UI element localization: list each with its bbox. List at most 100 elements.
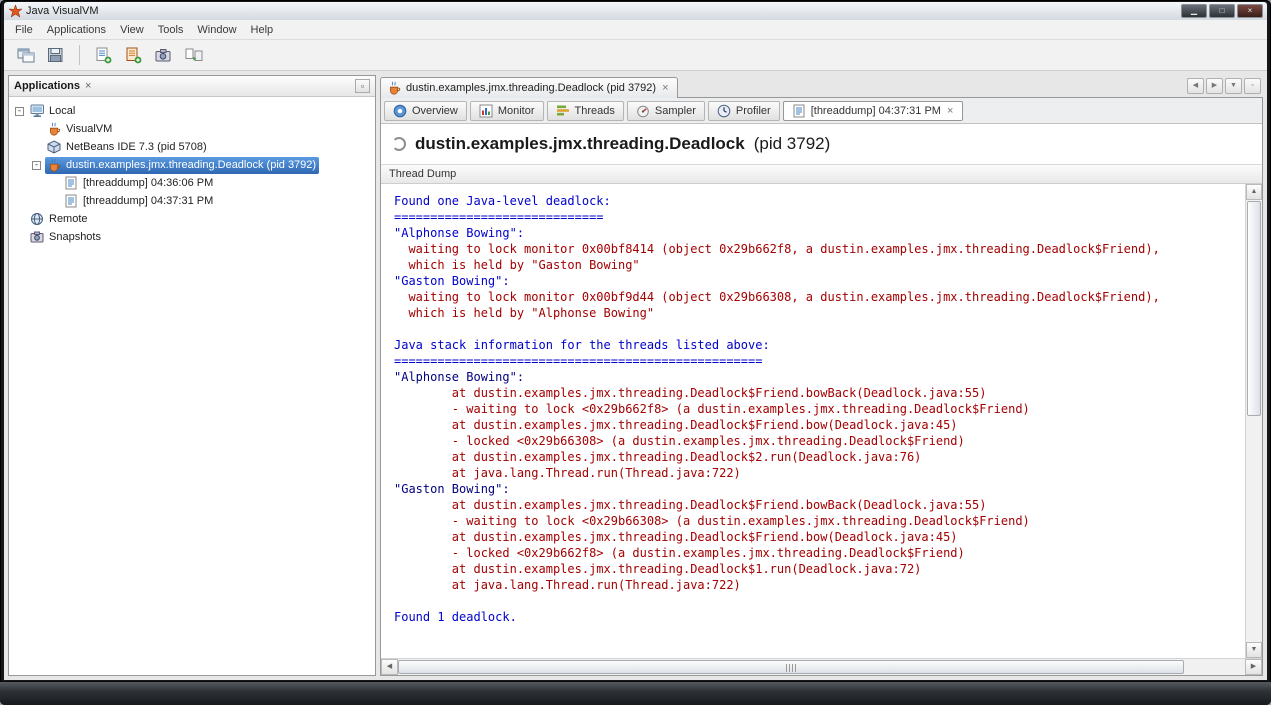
scroll-right-button[interactable]: ▶ — [1245, 659, 1262, 675]
subtab-monitor[interactable]: Monitor — [469, 100, 544, 121]
thread-dump-viewport: Found one Java-level deadlock: ==========… — [381, 184, 1262, 658]
tab-list-button[interactable]: ▼ — [1225, 78, 1242, 94]
subtab-sampler[interactable]: Sampler — [626, 100, 705, 121]
tree-item-label: [threaddump] 04:36:06 PM — [83, 177, 214, 189]
subtab-overview[interactable]: Overview — [384, 100, 467, 121]
document-tab-deadlock[interactable]: dustin.examples.jmx.threading.Deadlock (… — [380, 77, 678, 98]
threads-icon — [556, 104, 570, 118]
subtab-bar: Overview Monitor Threads Sampler Profiler [th… — [381, 98, 1262, 124]
add-thread-dump-icon — [95, 47, 112, 64]
menu-applications[interactable]: Applications — [40, 21, 113, 39]
thread-dump-line: which is held by "Gaston Bowing" — [394, 258, 640, 272]
menu-tools[interactable]: Tools — [151, 21, 191, 39]
tree-item[interactable]: . [threaddump] 04:36:06 PM — [9, 174, 375, 192]
thread-dump-line — [394, 593, 1245, 609]
take-snapshot-button[interactable] — [150, 43, 177, 68]
add-thread-dump-button[interactable] — [90, 43, 117, 68]
tree-item[interactable]: . [threaddump] 04:37:31 PM — [9, 192, 375, 210]
subtab-threaddump-04-37-31-pm[interactable]: [threaddump] 04:37:31 PM × — [782, 100, 964, 121]
subtab-close-icon[interactable]: × — [946, 105, 954, 116]
tree-node-body[interactable]: Remote — [28, 211, 91, 228]
document-tab-bar: dustin.examples.jmx.threading.Deadlock (… — [380, 75, 1263, 98]
tree-expander-icon[interactable]: - — [15, 106, 24, 116]
tree-item[interactable]: - dustin.examples.jmx.threading.Deadlock … — [9, 156, 375, 174]
thread-dump-line — [394, 321, 1245, 337]
document-area: Overview Monitor Threads Sampler Profiler [th… — [380, 97, 1263, 676]
subtab-label: Sampler — [654, 104, 696, 117]
menu-window[interactable]: Window — [190, 21, 243, 39]
application-heading: dustin.examples.jmx.threading.Deadlock — [415, 134, 745, 153]
menu-view[interactable]: View — [113, 21, 151, 39]
application-window: Java VisualVM ▁ □ × File Applications View To… — [0, 0, 1271, 705]
add-heap-dump-button[interactable] — [120, 43, 147, 68]
subtab-profiler[interactable]: Profiler — [707, 100, 780, 121]
thread-dump-line: - waiting to lock <0x29b662f8> (a dustin… — [394, 402, 1030, 416]
restore-button[interactable]: □ — [1209, 4, 1235, 18]
horizontal-scrollbar[interactable]: ◀ ▶ — [381, 658, 1262, 675]
scroll-up-button[interactable]: ▲ — [1246, 184, 1262, 200]
vertical-scrollbar-thumb[interactable] — [1247, 201, 1261, 416]
tree-node-body[interactable]: [threaddump] 04:37:31 PM — [62, 193, 216, 210]
threaddump-icon — [63, 194, 79, 209]
scroll-down-button[interactable]: ▼ — [1246, 642, 1262, 658]
horizontal-scrollbar-thumb[interactable] — [398, 660, 1184, 674]
threaddump-icon — [792, 104, 806, 118]
scroll-left-button[interactable]: ◀ — [381, 659, 398, 675]
subtab-label: Profiler — [735, 104, 771, 117]
thread-dump-line: waiting to lock monitor 0x00bf9d44 (obje… — [394, 290, 1160, 304]
tree-item[interactable]: . NetBeans IDE 7.3 (pid 5708) — [9, 138, 375, 156]
tree-node-body[interactable]: [threaddump] 04:36:06 PM — [62, 175, 216, 192]
main-panel: dustin.examples.jmx.threading.Deadlock (… — [380, 75, 1263, 676]
tree-item[interactable]: . VisualVM — [9, 120, 375, 138]
applications-panel-float-button[interactable]: ▫ — [355, 79, 370, 93]
close-button[interactable]: × — [1237, 4, 1263, 18]
overview-icon — [393, 104, 407, 118]
thread-dump-line: - locked <0x29b662f8> (a dustin.examples… — [394, 546, 965, 560]
thread-dump-line: "Gaston Bowing": — [394, 482, 510, 496]
vertical-scrollbar[interactable]: ▲ ▼ — [1245, 184, 1262, 658]
scroll-tabs-right-button[interactable]: ▶ — [1206, 78, 1223, 94]
thread-dump-line: at dustin.examples.jmx.threading.Deadloc… — [394, 498, 987, 512]
monitor-icon — [479, 104, 493, 118]
thread-dump-line: at dustin.examples.jmx.threading.Deadloc… — [394, 562, 922, 576]
tree-item-label: Local — [49, 105, 76, 117]
open-applications-window-button[interactable] — [12, 43, 39, 68]
compare-snapshots-button[interactable] — [180, 43, 207, 68]
applications-panel-close-icon[interactable]: × — [85, 80, 91, 92]
tree-item[interactable]: . Snapshots — [9, 228, 375, 246]
toolbar — [4, 40, 1267, 71]
tree-item-label: Snapshots — [49, 231, 101, 243]
tree-node-body[interactable]: Snapshots — [28, 229, 104, 246]
float-group-button[interactable]: ▫ — [1244, 78, 1261, 94]
subtab-threads[interactable]: Threads — [546, 100, 624, 121]
tree-item[interactable]: . Remote — [9, 210, 375, 228]
tree-node-body[interactable]: NetBeans IDE 7.3 (pid 5708) — [45, 139, 210, 156]
tree-node-body[interactable]: Local — [28, 103, 78, 120]
tree-node-body[interactable]: dustin.examples.jmx.threading.Deadlock (… — [45, 156, 320, 174]
thread-dump-line: "Alphonse Bowing": — [394, 226, 525, 240]
visualvm-logo-icon — [8, 4, 22, 18]
thread-dump-section-header: Thread Dump — [381, 164, 1262, 184]
titlebar[interactable]: Java VisualVM ▁ □ × — [4, 2, 1267, 20]
scrollbar-grip-icon — [786, 664, 797, 672]
remote-icon — [29, 212, 45, 227]
save-view-button[interactable] — [42, 43, 69, 68]
menu-file[interactable]: File — [8, 21, 40, 39]
tree-item[interactable]: - Local — [9, 102, 375, 120]
tree-expander-icon[interactable]: - — [32, 160, 41, 170]
scroll-tabs-left-button[interactable]: ◀ — [1187, 78, 1204, 94]
tree-node-body[interactable]: VisualVM — [45, 121, 115, 138]
workspace: Applications × ▫ - Local. VisualVM. NetBean… — [4, 71, 1267, 680]
minimize-button[interactable]: ▁ — [1181, 4, 1207, 18]
take-snapshot-icon — [155, 48, 172, 63]
applications-panel-title: Applications — [14, 80, 81, 92]
thread-dump-line: ============================= — [394, 210, 604, 224]
document-tab-close-icon[interactable]: × — [661, 83, 669, 94]
menu-help[interactable]: Help — [244, 21, 281, 39]
tree-spacer: . — [49, 179, 58, 188]
window-controls: ▁ □ × — [1181, 4, 1263, 18]
thread-dump-line: Found one Java-level deadlock: — [394, 194, 611, 208]
threaddump-icon — [63, 176, 79, 191]
java-cup-icon — [388, 81, 401, 95]
window-title: Java VisualVM — [26, 5, 99, 17]
